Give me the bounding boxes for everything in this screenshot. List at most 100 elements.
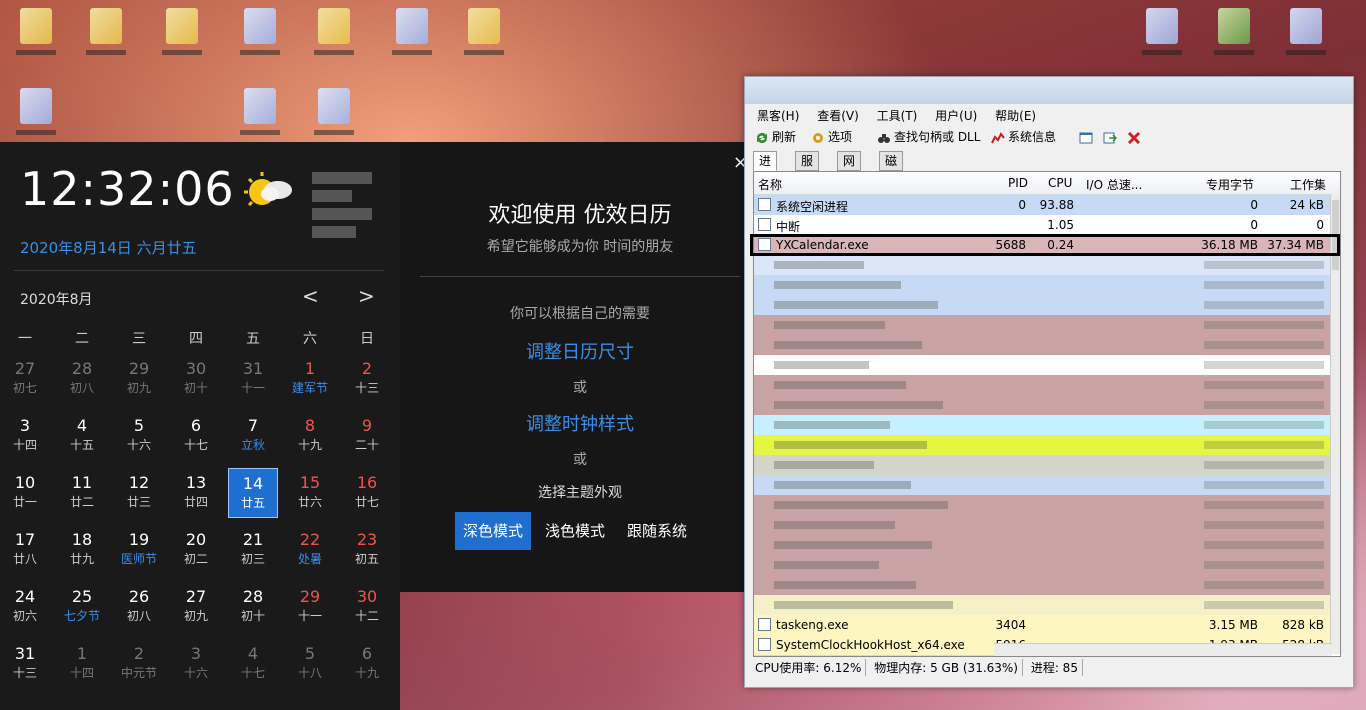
calendar-day[interactable]: 30 十二 [342,582,392,632]
desktop-icon[interactable] [14,8,58,62]
desktop-icon[interactable] [390,8,434,62]
calendar-day[interactable]: 13 廿四 [171,468,221,518]
tab-services[interactable]: 服务 [795,151,820,186]
menu-users[interactable]: 用户(U) [935,107,977,124]
calendar-day[interactable]: 12 廿三 [114,468,164,518]
process-row[interactable]: 系统空闲进程 0 93.88 0 24 kB [754,195,1332,215]
calendar-day[interactable]: 31 十三 [0,639,50,689]
calendar-day-today[interactable]: 14 廿五 [228,468,278,518]
desktop-icon[interactable] [14,88,58,142]
process-row-blurred[interactable] [754,395,1332,415]
process-row-blurred[interactable] [754,275,1332,295]
kill-process-button[interactable] [1127,127,1144,147]
calendar-day[interactable]: 28 初八 [57,354,107,404]
process-row-blurred[interactable] [754,515,1332,535]
calendar-day[interactable]: 21 初三 [228,525,278,575]
tab-network[interactable]: 网络 [837,151,862,186]
next-month-button[interactable]: > [358,284,375,308]
calendar-day[interactable]: 25 七夕节 [57,582,107,632]
light-mode-button[interactable]: 浅色模式 [537,512,613,550]
calendar-day[interactable]: 5 十六 [114,411,164,461]
tab-disk[interactable]: 磁盘 [879,151,904,186]
desktop-icon[interactable] [1140,8,1184,62]
process-row-blurred[interactable] [754,335,1332,355]
calendar-day[interactable]: 29 初九 [114,354,164,404]
calendar-day[interactable]: 15 廿六 [285,468,335,518]
calendar-day[interactable]: 9 二十 [342,411,392,461]
process-row-blurred[interactable] [754,495,1332,515]
calendar-day[interactable]: 27 初七 [0,354,50,404]
process-row-blurred[interactable] [754,535,1332,555]
refresh-button[interactable]: 刷新 [755,127,796,147]
calendar-day[interactable]: 24 初六 [0,582,50,632]
desktop-icon[interactable] [84,8,128,62]
calendar-day[interactable]: 27 初九 [171,582,221,632]
tab-processes[interactable]: 进程 [753,151,778,186]
export-button[interactable] [1103,127,1120,147]
date-lunar-line[interactable]: 2020年8月14日 六月廿五 [20,237,197,258]
calendar-day[interactable]: 26 初八 [114,582,164,632]
options-button[interactable]: 选项 [811,127,852,147]
calendar-day[interactable]: 19 医师节 [114,525,164,575]
process-row[interactable]: 中断 1.05 0 0 [754,215,1332,235]
calendar-day[interactable]: 3 十四 [0,411,50,461]
calendar-day[interactable]: 23 初五 [342,525,392,575]
calendar-day[interactable]: 7 立秋 [228,411,278,461]
calendar-day[interactable]: 6 十九 [342,639,392,689]
calendar-day[interactable]: 16 廿七 [342,468,392,518]
desktop-icon[interactable] [462,8,506,62]
resize-calendar-link[interactable]: 调整日历尺寸 [400,338,760,364]
process-row-blurred[interactable] [754,595,1332,615]
process-row-blurred[interactable] [754,255,1332,275]
process-row-blurred[interactable] [754,555,1332,575]
window-button[interactable] [1079,127,1096,147]
calendar-day[interactable]: 18 廿九 [57,525,107,575]
menu-hacker[interactable]: 黑客(H) [757,107,799,124]
sysinfo-button[interactable]: 系统信息 [991,127,1056,147]
calendar-day[interactable]: 10 廿一 [0,468,50,518]
calendar-day[interactable]: 22 处暑 [285,525,335,575]
calendar-day[interactable]: 1 十四 [57,639,107,689]
calendar-day[interactable]: 1 建军节 [285,354,335,404]
process-row-blurred[interactable] [754,355,1332,375]
prev-month-button[interactable]: < [302,284,319,308]
find-handle-button[interactable]: 查找句柄或 DLL [877,127,980,147]
process-row-blurred[interactable] [754,415,1332,435]
menu-view[interactable]: 查看(V) [817,107,859,124]
desktop-icon[interactable] [1212,8,1256,62]
desktop-icon[interactable] [1284,8,1328,62]
process-row-blurred[interactable] [754,375,1332,395]
dark-mode-button[interactable]: 深色模式 [455,512,532,550]
calendar-day[interactable]: 28 初十 [228,582,278,632]
col-io[interactable]: I/O 总速... [1086,176,1142,193]
calendar-day[interactable]: 2 中元节 [114,639,164,689]
desktop-icon[interactable] [238,88,282,142]
col-working-set[interactable]: 工作集 [1290,176,1326,193]
vertical-scrollbar[interactable] [1330,194,1340,654]
clock-style-link[interactable]: 调整时钟样式 [400,410,760,436]
desktop-icon[interactable] [160,8,204,62]
col-private-bytes[interactable]: 专用字节 [1206,176,1254,193]
desktop-icon[interactable] [238,8,282,62]
col-cpu[interactable]: CPU [1048,176,1072,190]
window-titlebar[interactable] [745,77,1353,104]
calendar-day[interactable]: 20 初二 [171,525,221,575]
calendar-day[interactable]: 3 十六 [171,639,221,689]
menu-help[interactable]: 帮助(E) [995,107,1036,124]
follow-system-button[interactable]: 跟随系统 [619,512,695,550]
desktop-icon[interactable] [312,8,356,62]
calendar-day[interactable]: 31 十一 [228,354,278,404]
calendar-day[interactable]: 4 十五 [57,411,107,461]
calendar-day[interactable]: 30 初十 [171,354,221,404]
calendar-day[interactable]: 8 十九 [285,411,335,461]
process-row-blurred[interactable] [754,315,1332,335]
col-pid[interactable]: PID [1008,176,1028,190]
calendar-day[interactable]: 29 十一 [285,582,335,632]
col-name[interactable]: 名称 [758,176,782,193]
horizontal-scrollbar[interactable] [994,643,1332,656]
calendar-day[interactable]: 4 十七 [228,639,278,689]
calendar-day[interactable]: 17 廿八 [0,525,50,575]
calendar-day[interactable]: 6 十七 [171,411,221,461]
process-row-blurred[interactable] [754,295,1332,315]
calendar-day[interactable]: 2 十三 [342,354,392,404]
